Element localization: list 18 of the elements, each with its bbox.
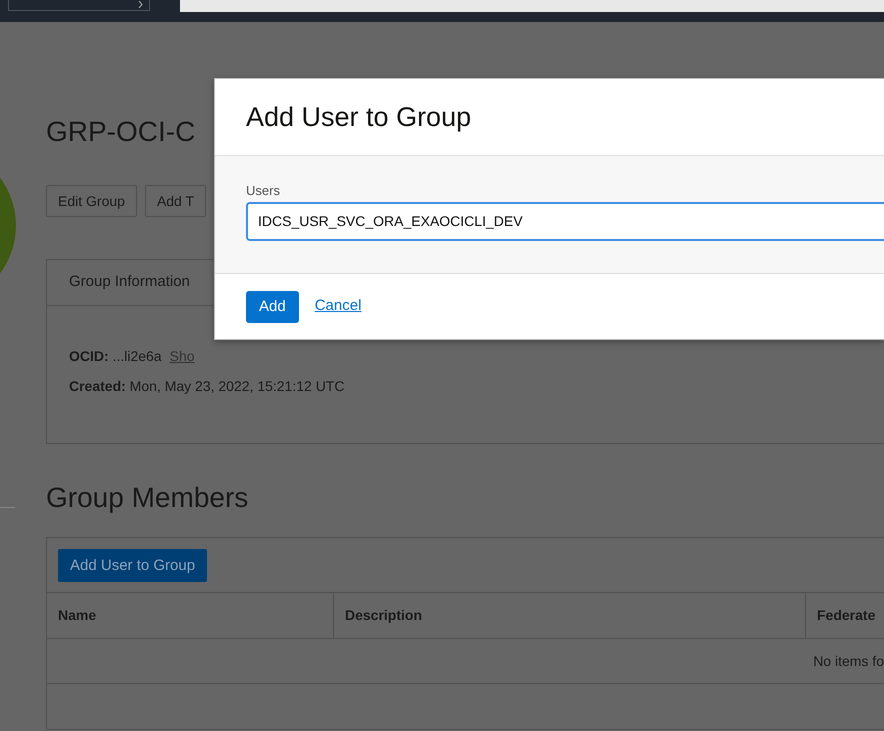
created-text: Created: Mon, May 23, 2022, 15:21:12 UTC bbox=[69, 376, 346, 396]
cancel-link[interactable]: Cancel bbox=[314, 295, 362, 318]
action-button[interactable]: Edit Group bbox=[46, 185, 137, 217]
section-title: Group Members bbox=[46, 481, 250, 515]
field-label: Users bbox=[246, 182, 281, 200]
users-field[interactable]: IDCS_USR_SVC_ORA_EXAOCICLI_DEV bbox=[246, 202, 884, 240]
add-user-button[interactable]: Add User to Group bbox=[58, 549, 208, 582]
dialog-title: Add User to Group bbox=[246, 101, 472, 134]
column-header: Name bbox=[47, 592, 334, 638]
ocid-text: OCID: ...li2e6a bbox=[69, 346, 162, 366]
chevron-icon bbox=[138, 1, 143, 8]
page-title: GRP-OCI-C bbox=[46, 115, 196, 149]
menu-button[interactable] bbox=[8, 0, 150, 11]
add-button[interactable]: Add bbox=[246, 290, 299, 322]
column-header: Federate bbox=[806, 592, 884, 638]
column-header: Description bbox=[334, 592, 806, 638]
empty-message: No items fo bbox=[813, 652, 884, 670]
action-button[interactable]: Add T bbox=[144, 185, 206, 217]
